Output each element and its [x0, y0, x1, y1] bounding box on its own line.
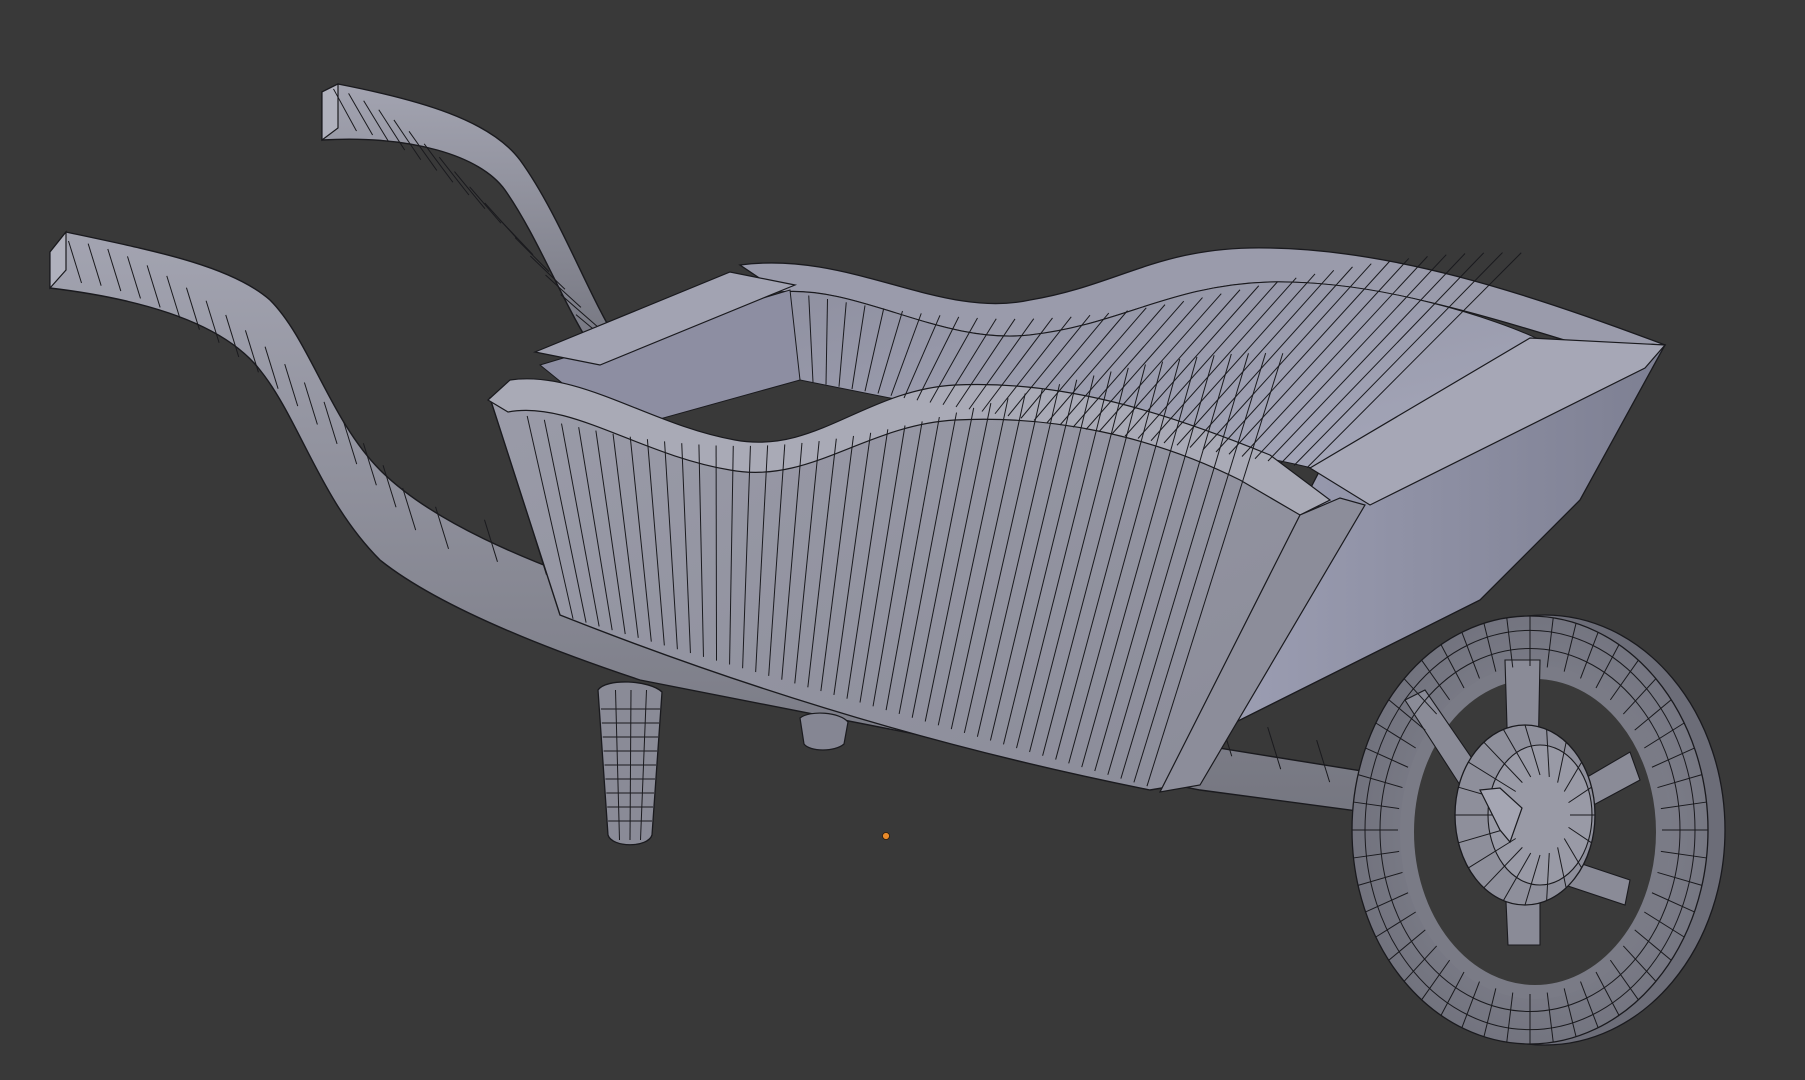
rear-leg[interactable]: [597, 681, 663, 846]
wheelbarrow-mesh[interactable]: [0, 0, 1805, 1080]
front-leg[interactable]: [799, 712, 849, 751]
wheel[interactable]: [1351, 614, 1726, 1046]
mesh-edge: [438, 156, 470, 196]
mesh-edge: [469, 186, 502, 224]
3d-viewport[interactable]: [0, 0, 1805, 1080]
mesh-edge: [454, 171, 486, 209]
back-handle[interactable]: [321, 83, 630, 366]
object-origin-icon: [882, 832, 890, 840]
